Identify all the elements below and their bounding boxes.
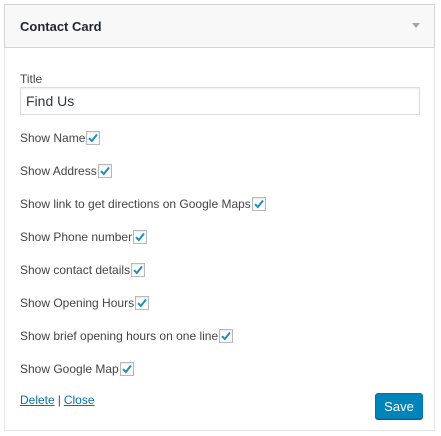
checkmark-icon xyxy=(137,298,147,308)
option-label: Show Google Map xyxy=(20,362,119,376)
option-label: Show Phone number xyxy=(20,230,133,244)
title-input[interactable] xyxy=(20,87,420,115)
option-label: Show contact details xyxy=(20,263,131,277)
widget-control-actions: Delete | Close xyxy=(20,393,95,407)
option-show-phone-number[interactable]: Show Phone number xyxy=(20,228,148,246)
option-label: Show Name xyxy=(20,131,86,145)
option-show-brief-opening-hours[interactable]: Show brief opening hours on one line xyxy=(20,327,234,345)
checkbox[interactable] xyxy=(119,362,134,376)
option-show-directions-link[interactable]: Show link to get directions on Google Ma… xyxy=(20,195,266,213)
checkmark-icon xyxy=(221,331,231,341)
widget-body: Title Show Name Show Address Show link t… xyxy=(20,48,423,430)
option-label: Show Address xyxy=(20,164,97,178)
save-button[interactable]: Save xyxy=(375,393,423,419)
checkbox[interactable] xyxy=(251,197,266,211)
option-label: Show Opening Hours xyxy=(20,296,135,310)
widget-header[interactable]: Contact Card xyxy=(4,4,435,48)
checkmark-icon xyxy=(133,265,143,275)
option-show-contact-details[interactable]: Show contact details xyxy=(20,261,146,279)
checkbox[interactable] xyxy=(97,164,112,178)
triangle-down-icon[interactable] xyxy=(412,23,420,28)
delete-link[interactable]: Delete xyxy=(20,393,55,407)
checkbox[interactable] xyxy=(131,263,146,277)
link-separator: | xyxy=(57,393,61,407)
checkmark-icon xyxy=(88,133,99,143)
option-show-address[interactable]: Show Address xyxy=(20,162,112,180)
checkmark-icon xyxy=(135,232,145,242)
close-link[interactable]: Close xyxy=(64,393,95,407)
checkbox[interactable] xyxy=(135,296,150,310)
option-show-opening-hours[interactable]: Show Opening Hours xyxy=(20,294,150,312)
contact-card-widget: Contact Card Title Show Name Show Addres… xyxy=(4,4,435,431)
option-label: Show brief opening hours on one line xyxy=(20,329,219,343)
checkbox[interactable] xyxy=(133,230,148,244)
checkmark-icon xyxy=(254,199,264,209)
checkbox[interactable] xyxy=(86,131,101,145)
option-show-google-map[interactable]: Show Google Map xyxy=(20,360,134,378)
title-label: Title xyxy=(20,72,43,86)
checkmark-icon xyxy=(122,364,132,374)
widget-title: Contact Card xyxy=(20,19,102,34)
option-show-name[interactable]: Show Name xyxy=(20,129,101,147)
checkbox[interactable] xyxy=(219,329,234,343)
checkmark-icon xyxy=(100,166,110,176)
option-label: Show link to get directions on Google Ma… xyxy=(20,197,251,211)
